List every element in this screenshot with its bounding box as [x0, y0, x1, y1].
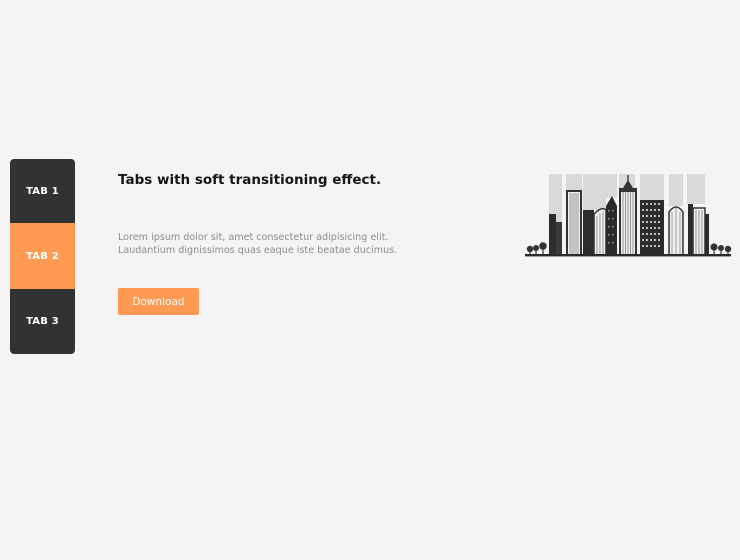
tab-3[interactable]: TAB 3: [10, 288, 75, 354]
trees-left: [526, 242, 547, 255]
vertical-tab-bar: TAB 1 TAB 2 TAB 3: [10, 159, 75, 354]
ground-line: [525, 254, 731, 257]
download-button[interactable]: Download: [118, 288, 199, 315]
city-skyline-illustration: [525, 174, 732, 257]
tab-1[interactable]: TAB 1: [10, 159, 75, 224]
trees-right: [710, 243, 732, 255]
tab-2[interactable]: TAB 2: [10, 223, 75, 289]
tab-content-text: Lorem ipsum dolor sit, amet consectetur …: [118, 232, 398, 256]
page: TAB 1 TAB 2 TAB 3 Tabs with soft transit…: [0, 0, 740, 560]
tab-content-title: Tabs with soft transitioning effect.: [118, 172, 382, 188]
